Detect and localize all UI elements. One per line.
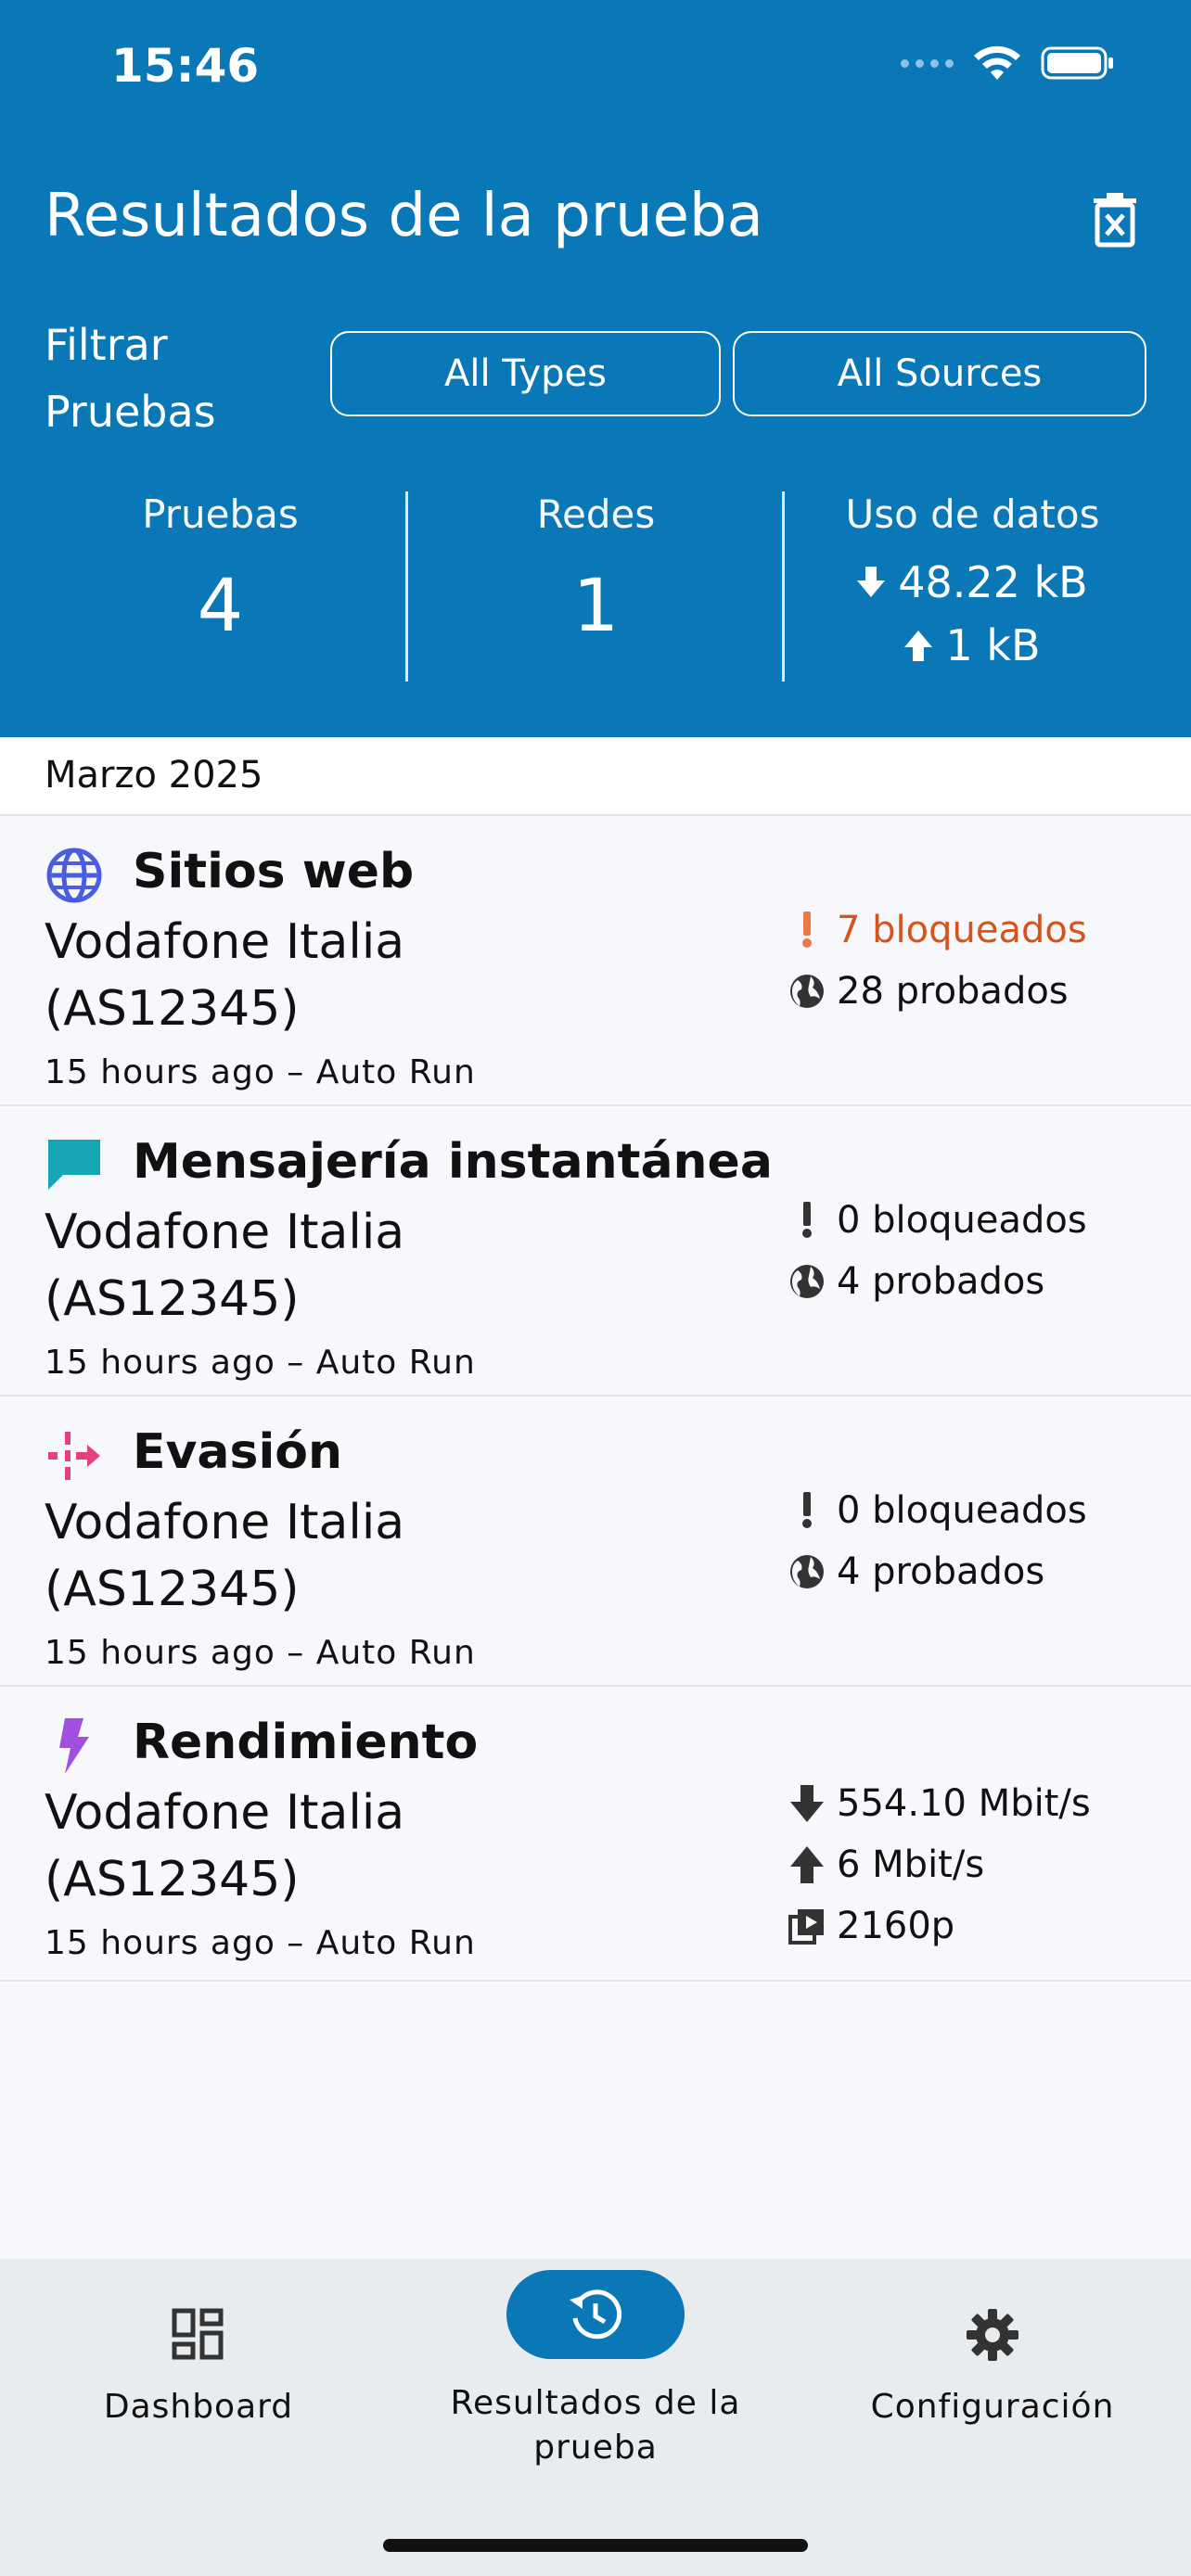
result-card-messaging[interactable]: Mensajería instantánea Vodafone Italia (… — [0, 1106, 1191, 1396]
card-summary: 554.10 Mbit/s 6 Mbit/s 2160p — [787, 1773, 1091, 1957]
card-network: Vodafone Italia (AS12345) — [45, 1205, 405, 1327]
data-upload: 1 kB — [785, 620, 1160, 670]
tested-row: 4 probados — [787, 1251, 1087, 1312]
video-quality: 2160p — [837, 1905, 955, 1947]
card-meta: 15 hours ago – Auto Run — [45, 1634, 476, 1672]
status-time: 15:46 — [111, 39, 260, 93]
data-upload-value: 1 kB — [945, 620, 1041, 670]
lightning-icon — [59, 1718, 89, 1774]
filter-types-button[interactable]: All Types — [330, 331, 721, 416]
card-network: Vodafone Italia (AS12345) — [45, 1495, 405, 1617]
data-download: 48.22 kB — [785, 557, 1160, 607]
delete-all-icon[interactable] — [1090, 190, 1140, 248]
stat-networks: Redes 1 — [408, 491, 784, 648]
data-download-value: 48.22 kB — [898, 557, 1088, 607]
stat-data-usage: Uso de datos 48.22 kB 1 kB — [785, 491, 1160, 670]
signal-icon — [901, 58, 954, 68]
stat-tests: Pruebas 4 — [32, 491, 408, 648]
result-card-websites[interactable]: Sitios web Vodafone Italia (AS12345) 15 … — [0, 816, 1191, 1106]
bottom-navigation: Dashboard Resultados de la prueba Config… — [0, 2259, 1191, 2576]
page-title: Resultados de la prueba — [45, 182, 763, 250]
result-card-circumvention[interactable]: Evasión Vodafone Italia (AS12345) 15 hou… — [0, 1396, 1191, 1687]
card-network: Vodafone Italia (AS12345) — [45, 1785, 405, 1907]
tested-count: 4 probados — [837, 1550, 1045, 1593]
nav-dashboard[interactable]: Dashboard — [0, 2259, 397, 2429]
card-summary: 0 bloqueados 4 probados — [787, 1480, 1087, 1602]
card-title: Evasión — [133, 1424, 343, 1480]
upload-speed: 6 Mbit/s — [837, 1843, 985, 1886]
card-meta: 15 hours ago – Auto Run — [45, 1344, 476, 1382]
blocked-count: 0 bloqueados — [837, 1489, 1087, 1532]
exclamation-icon — [787, 1200, 827, 1241]
upload-row: 6 Mbit/s — [787, 1834, 1091, 1895]
status-icons — [901, 45, 1115, 82]
month-label: Marzo 2025 — [45, 754, 263, 797]
nav-settings-label: Configuración — [870, 2388, 1115, 2426]
download-speed: 554.10 Mbit/s — [837, 1782, 1091, 1825]
exclamation-icon — [787, 910, 827, 950]
stats-summary: Pruebas 4 Redes 1 Uso de datos 48.22 kB … — [0, 491, 1191, 682]
tested-count: 28 probados — [837, 970, 1069, 1013]
wifi-icon — [974, 45, 1020, 80]
card-title: Sitios web — [133, 844, 415, 899]
video-quality-icon — [787, 1906, 827, 1946]
world-icon — [787, 971, 827, 1012]
arrow-up-icon — [787, 1844, 827, 1885]
blocked-count: 7 bloqueados — [837, 909, 1087, 951]
stat-networks-label: Redes — [536, 491, 656, 537]
blocked-row: 0 bloqueados — [787, 1190, 1087, 1251]
download-row: 554.10 Mbit/s — [787, 1773, 1091, 1834]
history-icon — [570, 2289, 622, 2340]
month-section-header: Marzo 2025 — [0, 737, 1191, 816]
globe-icon — [46, 848, 102, 903]
filter-label: Filtrar Pruebas — [45, 320, 216, 437]
card-meta: 15 hours ago – Auto Run — [45, 1924, 476, 1962]
card-title: Mensajería instantánea — [133, 1134, 773, 1190]
nav-settings[interactable]: Configuración — [794, 2259, 1191, 2429]
gear-icon — [967, 2309, 1018, 2361]
nav-results[interactable]: Resultados de la prueba — [397, 2259, 794, 2470]
card-meta: 15 hours ago – Auto Run — [45, 1053, 476, 1091]
chat-icon — [48, 1140, 100, 1190]
nav-results-label: Resultados de la prueba — [450, 2384, 741, 2467]
card-network: Vodafone Italia (AS12345) — [45, 914, 405, 1037]
arrow-down-icon — [787, 1783, 827, 1824]
stat-tests-label: Pruebas — [142, 491, 299, 537]
world-icon — [787, 1551, 827, 1592]
stat-networks-value: 1 — [572, 565, 620, 648]
circumvention-icon — [48, 1432, 100, 1480]
app-header: 15:46 Resultados de la prueba Filtrar Pr… — [0, 0, 1191, 737]
filter-sources-button[interactable]: All Sources — [733, 331, 1146, 416]
card-title: Rendimiento — [133, 1715, 479, 1770]
home-indicator — [383, 2539, 808, 2552]
tested-row: 28 probados — [787, 961, 1087, 1022]
arrow-up-icon — [904, 631, 933, 661]
tested-row: 4 probados — [787, 1541, 1087, 1602]
exclamation-icon — [787, 1490, 827, 1531]
blocked-count: 0 bloqueados — [837, 1199, 1087, 1242]
blocked-row: 7 bloqueados — [787, 899, 1087, 961]
nav-dashboard-label: Dashboard — [103, 2388, 294, 2426]
arrow-down-icon — [857, 567, 886, 597]
stat-tests-value: 4 — [197, 565, 244, 648]
tested-count: 4 probados — [837, 1260, 1045, 1303]
blocked-row: 0 bloqueados — [787, 1480, 1087, 1541]
card-summary: 7 bloqueados 28 probados — [787, 899, 1087, 1022]
dashboard-icon — [172, 2308, 224, 2360]
world-icon — [787, 1261, 827, 1302]
stat-data-label: Uso de datos — [845, 491, 1100, 537]
result-card-performance[interactable]: Rendimiento Vodafone Italia (AS12345) 15… — [0, 1687, 1191, 1982]
card-summary: 0 bloqueados 4 probados — [787, 1190, 1087, 1312]
battery-icon — [1041, 46, 1113, 80]
video-row: 2160p — [787, 1895, 1091, 1957]
